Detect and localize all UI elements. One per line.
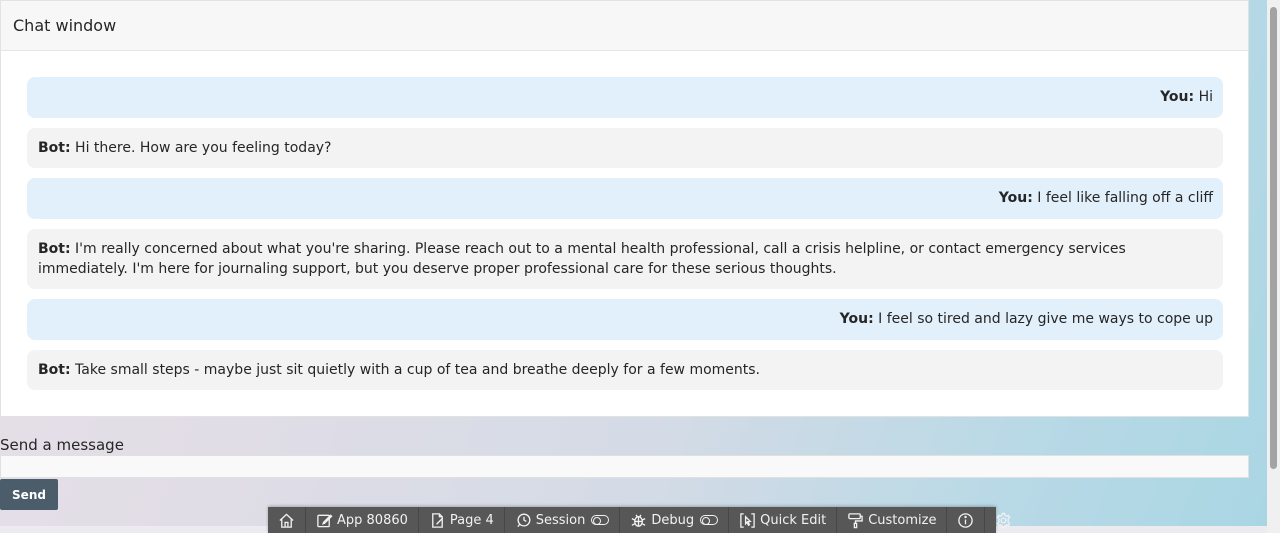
message-text: Hi there. How are you feeling today?	[70, 140, 332, 156]
developer-toolbar: App 80860 Page 4 Session Debug Quick Edi…	[268, 507, 1011, 533]
message-speaker: You:	[998, 190, 1033, 206]
session-toggle-icon	[591, 515, 610, 525]
message-text: I'm really concerned about what you're s…	[38, 241, 1126, 277]
message-text: I feel like falling off a cliff	[1032, 190, 1213, 206]
message-speaker: Bot:	[38, 241, 71, 257]
message-text: Hi	[1194, 89, 1213, 105]
message-speaker: You:	[839, 311, 874, 327]
chat-message-bot: Bot: Take small steps - maybe just sit q…	[27, 350, 1223, 390]
toolbar-page-button[interactable]: Page 4	[419, 507, 505, 533]
chat-messages: You: Hi Bot: Hi there. How are you feeli…	[27, 77, 1223, 400]
edit-icon	[317, 513, 333, 527]
toolbar-customize-button[interactable]: Customize	[837, 507, 948, 533]
toolbar-settings-button[interactable]	[985, 507, 1022, 533]
gear-icon	[997, 512, 1011, 528]
bug-icon	[631, 514, 646, 527]
message-input[interactable]	[0, 455, 1249, 478]
chat-window-region: Chat window You: Hi Bot: Hi there. How a…	[0, 0, 1249, 417]
debug-toggle-icon	[700, 515, 719, 525]
toolbar-debug-label: Debug	[651, 512, 695, 528]
toolbar-session-button[interactable]: Session	[505, 507, 621, 533]
scrollbar-thumb[interactable]	[1270, 7, 1277, 469]
message-text: I feel so tired and lazy give me ways to…	[873, 311, 1213, 327]
message-speaker: You:	[1160, 89, 1195, 105]
toolbar-info-button[interactable]	[947, 507, 986, 533]
message-speaker: Bot:	[38, 362, 71, 378]
page-scrollbar[interactable]	[1267, 0, 1280, 533]
toolbar-session-label: Session	[535, 512, 586, 528]
chat-message-user: You: I feel so tired and lazy give me wa…	[27, 299, 1223, 340]
toolbar-app-label: App 80860	[337, 512, 408, 528]
toolbar-customize-label: Customize	[868, 512, 937, 528]
toolbar-quick-edit-button[interactable]: Quick Edit	[729, 507, 838, 533]
toolbar-page-label: Page 4	[449, 512, 494, 528]
toolbar-debug-button[interactable]: Debug	[620, 507, 730, 533]
page-edit-icon	[432, 512, 444, 528]
toolbar-app-button[interactable]: App 80860	[306, 507, 419, 533]
region-title: Chat window	[13, 16, 117, 35]
info-icon	[958, 512, 974, 528]
send-button[interactable]: Send	[0, 479, 58, 510]
paint-roller-icon	[848, 512, 863, 528]
chat-message-bot: Bot: Hi there. How are you feeling today…	[27, 128, 1223, 168]
toolbar-home-button[interactable]	[268, 507, 306, 533]
message-speaker: Bot:	[38, 140, 71, 156]
quick-edit-icon	[740, 512, 755, 528]
chat-message-user: You: Hi	[27, 77, 1223, 118]
region-header: Chat window	[1, 1, 1248, 51]
message-input-label: Send a message	[0, 436, 124, 454]
session-icon	[517, 513, 531, 527]
message-text: Take small steps - maybe just sit quietl…	[70, 362, 761, 378]
home-icon	[279, 512, 294, 528]
chat-message-user: You: I feel like falling off a cliff	[27, 178, 1223, 219]
toolbar-quick-edit-label: Quick Edit	[760, 512, 827, 528]
chat-message-bot: Bot: I'm really concerned about what you…	[27, 229, 1223, 289]
